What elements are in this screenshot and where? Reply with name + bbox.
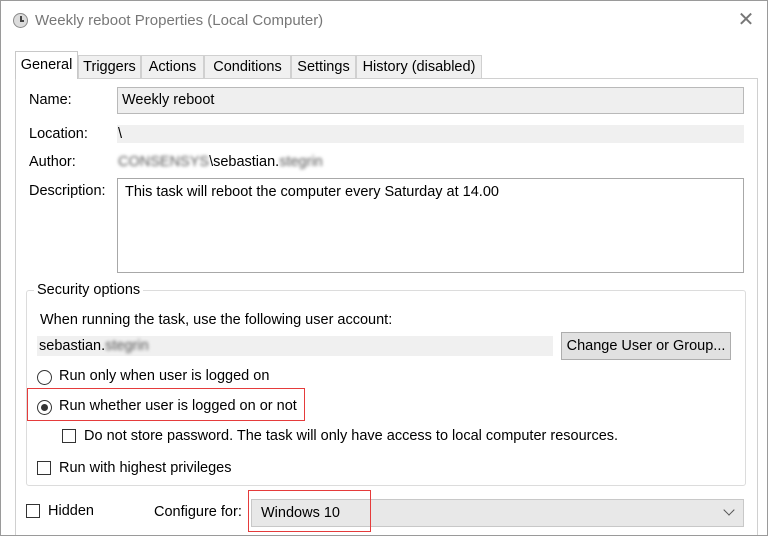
change-user-button[interactable]: Change User or Group... bbox=[561, 332, 731, 360]
close-button[interactable]: ✕ bbox=[731, 7, 761, 33]
description-field[interactable]: This task will reboot the computer every… bbox=[117, 178, 744, 273]
radio-whether-logged-on-label[interactable]: Run whether user is logged on or not bbox=[59, 398, 297, 414]
location-value: \ bbox=[117, 125, 744, 143]
tab-conditions[interactable]: Conditions bbox=[204, 55, 291, 78]
radio-logged-on[interactable] bbox=[37, 370, 52, 385]
user-account-field: sebastian.stegrin bbox=[37, 336, 553, 356]
user-account-redacted: stegrin bbox=[105, 338, 149, 354]
security-options-title: Security options bbox=[34, 282, 143, 298]
highest-privileges-checkbox[interactable] bbox=[37, 461, 51, 475]
author-domain-redacted: CONSENSYS bbox=[118, 154, 209, 170]
name-label: Name: bbox=[29, 92, 72, 108]
location-label: Location: bbox=[29, 126, 88, 142]
author-user: \sebastian. bbox=[209, 154, 279, 170]
window-title: Weekly reboot Properties (Local Computer… bbox=[35, 12, 323, 29]
radio-logged-on-label[interactable]: Run only when user is logged on bbox=[59, 368, 269, 384]
author-surname-redacted: stegrin bbox=[279, 154, 323, 170]
description-label: Description: bbox=[29, 183, 106, 199]
hidden-checkbox[interactable] bbox=[26, 504, 40, 518]
author-value: CONSENSYS\sebastian.stegrin bbox=[117, 153, 744, 171]
radio-whether-logged-on[interactable] bbox=[37, 400, 52, 415]
do-not-store-password-checkbox[interactable] bbox=[62, 429, 76, 443]
chevron-down-icon bbox=[723, 504, 734, 515]
tab-actions[interactable]: Actions bbox=[141, 55, 204, 78]
tab-settings[interactable]: Settings bbox=[291, 55, 356, 78]
configure-for-select[interactable]: Windows 10 bbox=[251, 499, 744, 527]
title-bar: Weekly reboot Properties (Local Computer… bbox=[1, 1, 767, 41]
tab-general[interactable]: General bbox=[15, 51, 78, 79]
author-label: Author: bbox=[29, 154, 76, 170]
highest-privileges-label[interactable]: Run with highest privileges bbox=[59, 460, 231, 476]
name-field[interactable]: Weekly reboot bbox=[117, 87, 744, 114]
task-properties-window: Weekly reboot Properties (Local Computer… bbox=[0, 0, 768, 536]
configure-for-label: Configure for: bbox=[154, 504, 242, 520]
tab-triggers[interactable]: Triggers bbox=[78, 55, 141, 78]
configure-for-value: Windows 10 bbox=[261, 505, 340, 521]
tab-history[interactable]: History (disabled) bbox=[356, 55, 482, 78]
clock-icon bbox=[13, 13, 28, 28]
hidden-label[interactable]: Hidden bbox=[48, 503, 94, 519]
user-account-name: sebastian. bbox=[39, 338, 105, 354]
do-not-store-password-label[interactable]: Do not store password. The task will onl… bbox=[84, 428, 618, 444]
account-prompt: When running the task, use the following… bbox=[40, 312, 392, 328]
